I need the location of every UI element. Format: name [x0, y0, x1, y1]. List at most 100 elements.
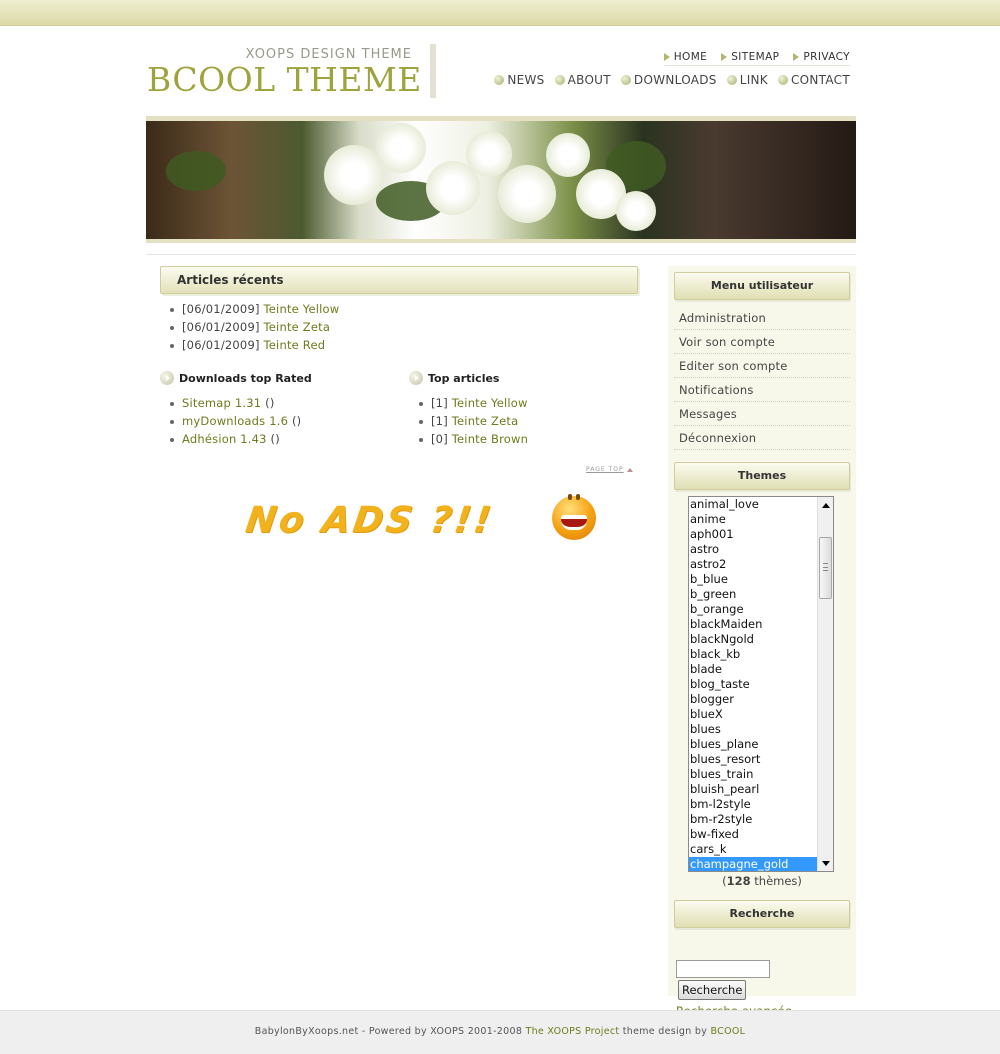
- xoops-project-link[interactable]: The XOOPS Project: [526, 1026, 620, 1037]
- theme-option[interactable]: blog_taste: [689, 677, 817, 692]
- theme-option[interactable]: aph001: [689, 527, 817, 542]
- list-item: [1] Teinte Zeta: [409, 412, 639, 430]
- bullet-icon: [777, 75, 788, 85]
- themes-title: Themes: [674, 462, 850, 490]
- user-menu-title: Menu utilisateur: [674, 272, 850, 300]
- top-articles-list: [1] Teinte Yellow [1] Teinte Zeta [0] Te…: [409, 394, 639, 448]
- nav-contact[interactable]: CONTACT: [777, 73, 850, 87]
- theme-option[interactable]: blues_resort: [689, 752, 817, 767]
- ad-banner-text: No ADS ?!!: [243, 500, 497, 541]
- nav-about[interactable]: ABOUT: [554, 73, 611, 87]
- menu-item-administration[interactable]: Administration: [674, 306, 850, 330]
- theme-option[interactable]: blackMaiden: [689, 617, 817, 632]
- logo-title: BCOOL THEME: [147, 60, 422, 99]
- triangle-icon: [793, 53, 800, 61]
- article-link[interactable]: Teinte Zeta: [452, 414, 519, 428]
- download-link[interactable]: Adhésion 1.43: [182, 432, 267, 446]
- theme-option[interactable]: blogger: [689, 692, 817, 707]
- theme-option[interactable]: bw-fixed: [689, 827, 817, 842]
- top-strip: [0, 0, 1000, 26]
- theme-option[interactable]: anime: [689, 512, 817, 527]
- download-link[interactable]: myDownloads 1.6: [182, 414, 288, 428]
- downloads-top-rated-heading: Downloads top Rated: [160, 370, 390, 386]
- nav-downloads[interactable]: DOWNLOADS: [620, 73, 717, 87]
- list-item: [1] Teinte Yellow: [409, 394, 639, 412]
- list-item: [06/01/2009] Teinte Yellow: [160, 300, 640, 318]
- theme-option[interactable]: blade: [689, 662, 817, 677]
- theme-option[interactable]: astro2: [689, 557, 817, 572]
- theme-option[interactable]: black_kb: [689, 647, 817, 662]
- article-link[interactable]: Teinte Red: [264, 338, 326, 352]
- search-title: Recherche: [674, 900, 850, 928]
- theme-option[interactable]: astro: [689, 542, 817, 557]
- article-link[interactable]: Teinte Brown: [452, 432, 528, 446]
- theme-option[interactable]: animal_love: [689, 497, 817, 512]
- bullet-icon: [494, 75, 505, 85]
- banner-divider: [146, 254, 856, 255]
- theme-option[interactable]: champagne_gold: [689, 857, 817, 871]
- menu-item-logout[interactable]: Déconnexion: [674, 426, 850, 450]
- theme-option[interactable]: bluish_pearl: [689, 782, 817, 797]
- theme-option[interactable]: blues_train: [689, 767, 817, 782]
- list-item: [06/01/2009] Teinte Zeta: [160, 318, 640, 336]
- article-link[interactable]: Teinte Yellow: [264, 302, 340, 316]
- triangle-icon: [721, 53, 728, 61]
- theme-option[interactable]: blues_plane: [689, 737, 817, 752]
- list-item: [06/01/2009] Teinte Red: [160, 336, 640, 354]
- search-button[interactable]: Recherche: [678, 980, 747, 1000]
- arrow-circle-icon: [409, 371, 423, 385]
- ad-banner[interactable]: No ADS ?!!: [243, 492, 626, 552]
- scroll-up-icon[interactable]: [818, 497, 833, 513]
- recent-articles-title: Articles récents: [160, 266, 638, 294]
- menu-item-view-account[interactable]: Voir son compte: [674, 330, 850, 354]
- downloads-list: Sitemap 1.31 () myDownloads 1.6 () Adhés…: [160, 394, 390, 448]
- theme-option[interactable]: cars_k: [689, 842, 817, 857]
- article-link[interactable]: Teinte Zeta: [264, 320, 331, 334]
- arrow-circle-icon: [160, 371, 174, 385]
- bullet-icon: [620, 75, 631, 85]
- menu-item-messages[interactable]: Messages: [674, 402, 850, 426]
- main-nav: NEWS ABOUT DOWNLOADS LINK CONTACT: [494, 73, 850, 87]
- top-link-home[interactable]: HOME: [663, 51, 707, 63]
- page-top-link[interactable]: PAGE TOP: [586, 466, 633, 473]
- themes-count: (128 thèmes): [722, 874, 802, 888]
- theme-option[interactable]: blueX: [689, 707, 817, 722]
- logo-separator: [430, 44, 436, 98]
- flower-banner-image: [146, 121, 856, 239]
- nav-link[interactable]: LINK: [726, 73, 768, 87]
- search-input[interactable]: [676, 960, 770, 978]
- list-item: Adhésion 1.43 (): [160, 430, 390, 448]
- menu-item-edit-account[interactable]: Editer son compte: [674, 354, 850, 378]
- top-link-sitemap[interactable]: SITEMAP: [721, 51, 779, 63]
- theme-option[interactable]: b_orange: [689, 602, 817, 617]
- scroll-thumb[interactable]: [819, 537, 832, 599]
- list-item: myDownloads 1.6 (): [160, 412, 390, 430]
- user-menu: Administration Voir son compte Editer so…: [674, 306, 850, 450]
- top-link-privacy[interactable]: PRIVACY: [793, 51, 850, 63]
- triangle-icon: [663, 53, 670, 61]
- top-articles-block: Top articles [1] Teinte Yellow [1] Teint…: [409, 370, 639, 448]
- designer-link[interactable]: BCOOL: [710, 1026, 745, 1037]
- theme-option[interactable]: bm-l2style: [689, 797, 817, 812]
- themes-scrollbar[interactable]: [817, 497, 833, 871]
- list-item: [0] Teinte Brown: [409, 430, 639, 448]
- scroll-down-icon[interactable]: [818, 855, 833, 871]
- arrow-up-icon: [626, 467, 633, 472]
- main-content: Articles récents [06/01/2009] Teinte Yel…: [160, 266, 640, 541]
- theme-option[interactable]: bm-r2style: [689, 812, 817, 827]
- nav-news[interactable]: NEWS: [494, 73, 544, 87]
- theme-option[interactable]: blackNgold: [689, 632, 817, 647]
- theme-option[interactable]: b_blue: [689, 572, 817, 587]
- screaming-smiley-icon: [552, 494, 596, 540]
- top-articles-heading: Top articles: [409, 370, 639, 386]
- download-link[interactable]: Sitemap 1.31: [182, 396, 261, 410]
- themes-listbox[interactable]: animal_love anime aph001 astro astro2 b_blue b…: [688, 496, 834, 872]
- bullet-icon: [554, 75, 565, 85]
- site-logo[interactable]: XOOPS DESIGN THEME BCOOL THEME: [146, 46, 436, 100]
- menu-item-notifications[interactable]: Notifications: [674, 378, 850, 402]
- top-links: HOME SITEMAP PRIVACY: [663, 51, 850, 66]
- theme-option[interactable]: blues: [689, 722, 817, 737]
- footer: BabylonByXoops.net - Powered by XOOPS 20…: [0, 1010, 1000, 1054]
- article-link[interactable]: Teinte Yellow: [452, 396, 528, 410]
- theme-option[interactable]: b_green: [689, 587, 817, 602]
